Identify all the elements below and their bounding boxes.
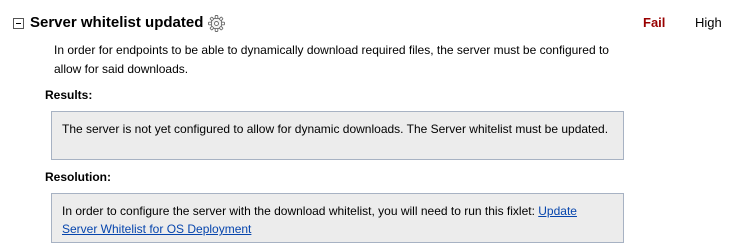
- results-box: The server is not yet configured to allo…: [51, 111, 624, 160]
- check-title: Server whitelist updated: [30, 14, 204, 31]
- gear-icon[interactable]: [208, 14, 226, 32]
- resolution-box: In order to configure the server with th…: [51, 193, 624, 243]
- collapse-minus-icon[interactable]: [13, 17, 24, 29]
- results-text: The server is not yet configured to allo…: [62, 122, 609, 136]
- status-badge: Fail: [643, 15, 666, 30]
- resolution-text: In order to configure the server with th…: [62, 204, 539, 218]
- check-description: In order for endpoints to be able to dyn…: [54, 43, 609, 76]
- severity-label: High: [695, 15, 722, 30]
- check-header: Server whitelist updated: [13, 13, 226, 33]
- check-item: Server whitelist updated Fail High In or…: [0, 0, 753, 252]
- resolution-heading: Resolution:: [45, 170, 111, 184]
- results-heading: Results:: [45, 88, 93, 102]
